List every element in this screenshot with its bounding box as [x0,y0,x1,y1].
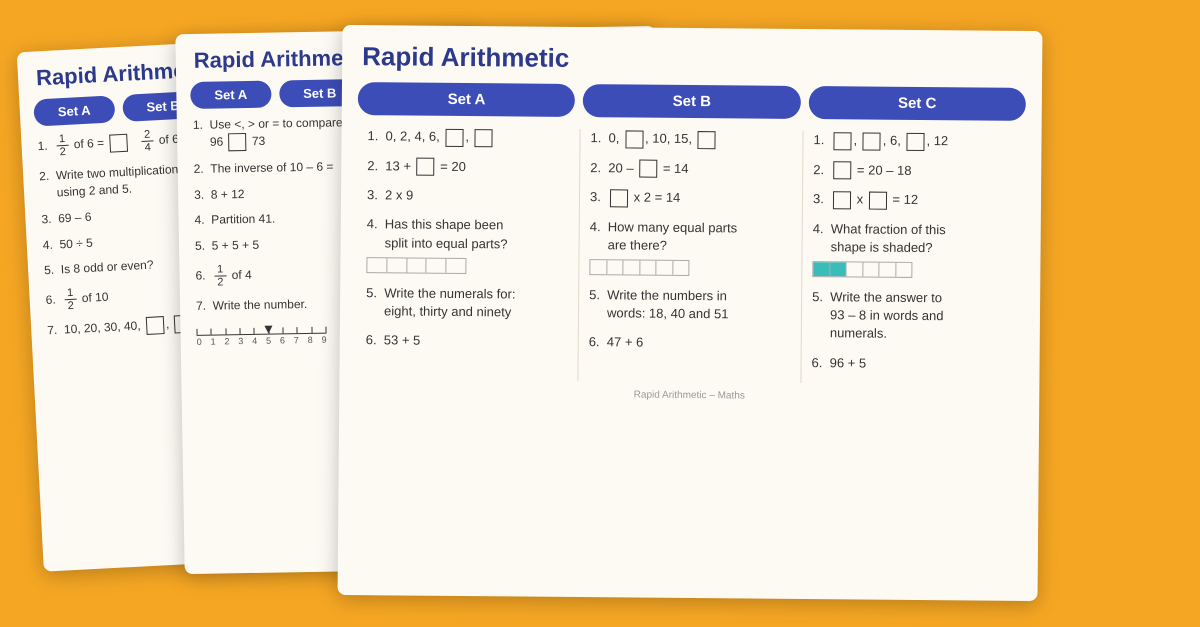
front-c-item-2: 2. = 20 – 18 [813,161,1015,181]
front-c-item-5: 5. Write the answer to 93 – 8 in words a… [812,288,1014,344]
front-set-b-tab: Set B [583,84,801,119]
front-c-item-1: 1. , , 6, , 12 [813,131,1015,151]
front-c-item-6: 6. 96 + 5 [811,354,1013,374]
front-sets-header: Set A Set B Set C [342,82,1042,133]
worksheet-front: Rapid Arithmetic Set A Set B Set C 1. 0,… [338,25,1043,601]
front-a-item-4: 4. Has this shape been split into equal … [366,215,568,274]
front-a-item-5: 5. Write the numerals for: eight, thirty… [366,284,568,322]
front-set-c-tab: Set C [808,86,1026,121]
front-b-item-1: 1. 0, , 10, 15, [590,129,792,149]
front-set-a-tab: Set A [358,82,576,117]
front-c-item-4: 4. What fraction of this shape is shaded… [812,220,1014,279]
front-content: 1. 0, 2, 4, 6, , 2. 13 + = 20 3. 2 x 9 4… [339,127,1041,385]
front-col-c: 1. , , 6, , 12 2. = 20 – 18 3. x = 12 4.… [801,131,1025,385]
front-b-item-5: 5. Write the numbers in words: 18, 40 an… [589,286,791,324]
back-set-a: Set A [33,95,115,126]
front-title: Rapid Arithmetic [342,25,1042,88]
front-a-item-2: 2. 13 + = 20 [367,157,569,177]
front-b-item-6: 6. 47 + 6 [589,334,791,354]
mid-set-a: Set A [190,81,271,109]
front-b-item-3: 3. x 2 = 14 [590,188,792,208]
front-a-item-3: 3. 2 x 9 [367,186,569,206]
front-c-item-3: 3. x = 12 [813,190,1015,210]
front-b-item-4: 4. How many equal parts are there? [589,218,791,277]
front-b-item-2: 2. 20 – = 14 [590,159,792,179]
front-col-a: 1. 0, 2, 4, 6, , 2. 13 + = 20 3. 2 x 9 4… [355,127,580,381]
front-col-b: 1. 0, , 10, 15, 2. 20 – = 14 3. x 2 = 14… [578,129,803,383]
front-a-item-6: 6. 53 + 5 [366,331,568,351]
front-a-item-1: 1. 0, 2, 4, 6, , [367,127,569,147]
